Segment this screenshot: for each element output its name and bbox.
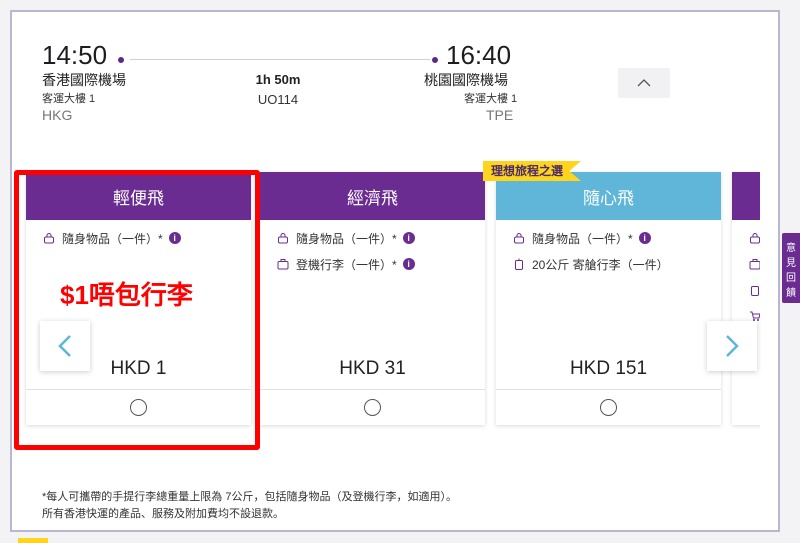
recommended-badge: 理想旅程之選 <box>483 161 582 181</box>
collapse-button[interactable] <box>618 68 670 98</box>
divider <box>260 389 485 390</box>
depart-airport: 香港國際機場 <box>42 72 126 88</box>
carousel-next-button[interactable] <box>707 321 757 371</box>
depart-dot <box>118 57 124 63</box>
fare-name: 經濟飛 <box>260 172 485 220</box>
bag-icon <box>276 231 290 245</box>
luggage-icon <box>748 283 760 297</box>
feedback-char: 饋 <box>786 288 796 299</box>
depart-code: HKG <box>42 107 73 123</box>
bag-icon <box>512 231 526 245</box>
yellow-decoration <box>18 538 48 543</box>
flight-duration: 1h 50m <box>255 72 301 87</box>
chevron-up-icon <box>637 79 651 87</box>
fare-feature <box>748 256 760 272</box>
footnote: *每人可攜帶的手提行李總重量上限為 7公斤，包括隨身物品（及登機行李，如適用）。… <box>42 489 457 523</box>
feedback-char: 意 <box>786 243 796 254</box>
footnote-line-1: *每人可攜帶的手提行李總重量上限為 7公斤，包括隨身物品（及登機行李，如適用）。 <box>42 491 457 503</box>
fare-feature: 3 <box>748 282 760 298</box>
fare-card-economy[interactable]: 經濟飛 隨身物品（一件）* i 登機行李（一件）* i HKD 31 <box>260 172 485 425</box>
fare-feature <box>748 230 760 246</box>
feedback-char: 見 <box>786 258 796 269</box>
bag-icon <box>748 231 760 245</box>
flight-summary: 14:50 16:40 香港國際機場 客運大樓 1 HKG 1h 50m UO1… <box>12 12 778 152</box>
depart-terminal: 客運大樓 1 <box>42 93 96 105</box>
fare-feature: 登機行李（一件）* i <box>276 256 485 272</box>
fare-radio[interactable] <box>363 399 381 416</box>
fare-price: HKD 31 <box>339 358 406 379</box>
footnote-line-2: 所有香港快運的產品、服務及附加費均不設退款。 <box>42 508 284 520</box>
info-icon[interactable]: i <box>402 232 415 244</box>
feedback-char: 回 <box>786 273 796 284</box>
arrive-airport: 桃園國際機場 <box>424 72 508 88</box>
arrive-dot <box>432 57 438 63</box>
chevron-right-icon <box>726 335 739 357</box>
fare-feature: 隨身物品（一件）* i <box>276 230 485 246</box>
divider <box>496 389 721 390</box>
flight-number: UO114 <box>257 92 299 107</box>
fare-card-flex[interactable]: 隨心飛 隨身物品（一件）* i 20公斤 寄艙行李（一件） HKD 151 <box>496 172 721 425</box>
depart-time: 14:50 <box>42 40 108 70</box>
suitcase-icon <box>276 257 290 271</box>
fare-price: HKD 151 <box>569 358 648 379</box>
fare-radio[interactable] <box>599 399 617 416</box>
fare-feature-text: 20公斤 寄艙行李（一件） <box>532 257 669 272</box>
fare-feature: 20公斤 寄艙行李（一件） <box>512 256 721 272</box>
fare-card-partial[interactable]: 3 <box>732 172 760 425</box>
arrive-time: 16:40 <box>446 40 512 70</box>
fare-feature: 隨身物品（一件）* i <box>512 230 721 246</box>
fare-feature-text: 登機行李（一件）* <box>296 257 397 272</box>
info-icon[interactable]: i <box>638 232 651 244</box>
arrive-code: TPE <box>486 107 514 123</box>
feedback-tab[interactable]: 意 見 回 饋 <box>782 233 800 303</box>
fare-feature-text: 隨身物品（一件）* <box>296 231 397 246</box>
annotation-promo-text: $1唔包行李 <box>60 280 193 310</box>
luggage-icon <box>512 257 526 271</box>
suitcase-icon <box>748 257 760 271</box>
arrive-terminal: 客運大樓 1 <box>464 93 518 105</box>
route-line <box>130 59 430 60</box>
info-icon[interactable]: i <box>402 258 415 270</box>
fare-name-partial <box>732 172 760 220</box>
fare-feature-text: 隨身物品（一件）* <box>532 231 633 246</box>
